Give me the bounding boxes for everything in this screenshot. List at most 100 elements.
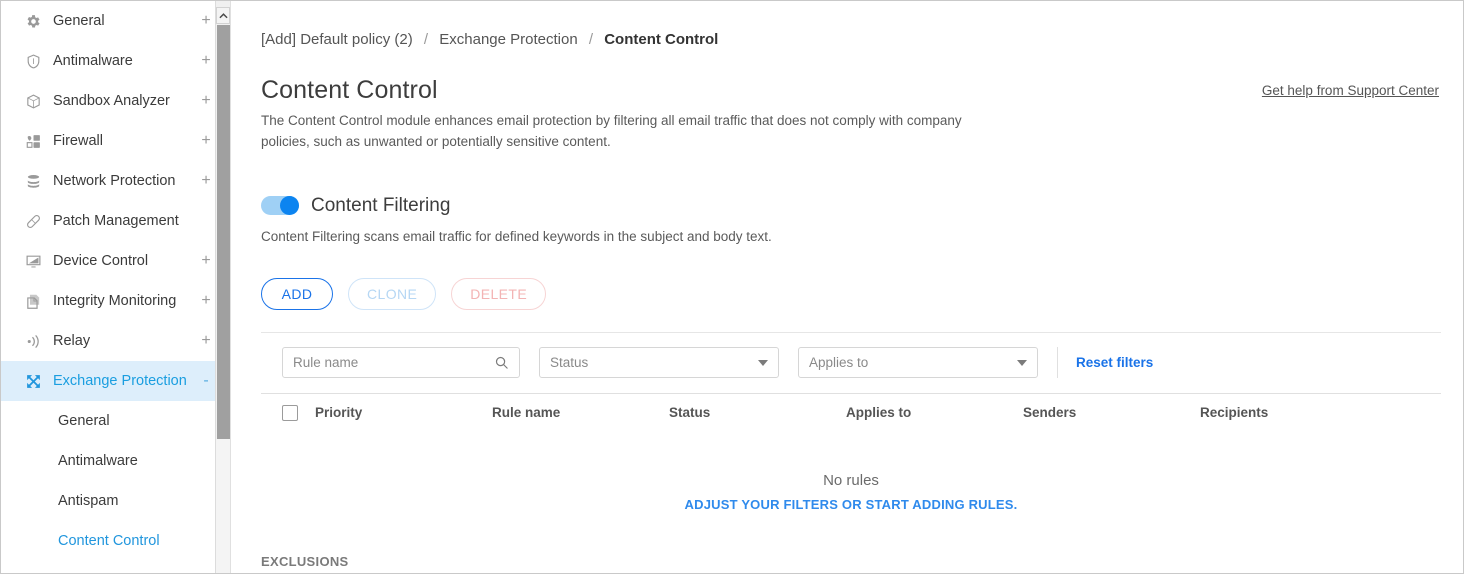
sidebar: General + Antimalware + Sandbox Analyzer… (1, 1, 231, 573)
bandage-icon (23, 211, 43, 231)
search-input[interactable]: Rule name (293, 355, 494, 370)
expand-toggle[interactable]: + (200, 133, 212, 149)
stack-icon (23, 171, 43, 191)
breadcrumb: [Add] Default policy (2) / Exchange Prot… (261, 31, 1441, 48)
sidebar-scrollbar[interactable] (215, 1, 230, 573)
column-header-senders[interactable]: Senders (1023, 405, 1200, 420)
sidebar-nav: General + Antimalware + Sandbox Analyzer… (1, 1, 230, 561)
table-header-row: Priority Rule name Status Applies to Sen… (261, 394, 1441, 432)
status-filter-value: Status (550, 355, 589, 371)
breadcrumb-item-exchange-protection[interactable]: Exchange Protection (439, 31, 577, 48)
sidebar-item-label: General (53, 13, 105, 29)
firewall-icon (23, 131, 43, 151)
scrollbar-lower-track[interactable] (216, 439, 230, 573)
sidebar-item-device-control[interactable]: Device Control + (1, 241, 230, 281)
sidebar-item-label: Integrity Monitoring (53, 293, 177, 309)
breadcrumb-item-policy[interactable]: [Add] Default policy (2) (261, 31, 413, 48)
sidebar-subitem-general[interactable]: General (1, 401, 230, 441)
filter-bar: Rule name Status Applies to Reset filter… (261, 333, 1441, 393)
broadcast-icon (23, 331, 43, 351)
breadcrumb-separator: / (423, 31, 429, 48)
breadcrumb-item-content-control: Content Control (604, 31, 719, 48)
expand-toggle[interactable]: + (200, 53, 212, 69)
content-filtering-label: Content Filtering (311, 194, 451, 216)
page-description: The Content Control module enhances emai… (261, 113, 962, 149)
expand-toggle[interactable]: + (200, 173, 212, 189)
empty-state-cta-link[interactable]: ADJUST YOUR FILTERS OR START ADDING RULE… (261, 497, 1441, 512)
status-filter-select[interactable]: Status (539, 347, 779, 379)
sidebar-subitem-antispam[interactable]: Antispam (1, 481, 230, 521)
shield-icon (23, 51, 43, 71)
sidebar-subitem-label: Antispam (58, 493, 119, 509)
scroll-up-button[interactable] (216, 7, 230, 24)
reset-filters-link[interactable]: Reset filters (1076, 355, 1153, 370)
copy-icon (23, 291, 43, 311)
sidebar-item-general[interactable]: General + (1, 1, 230, 41)
scrollbar-thumb[interactable] (217, 25, 230, 439)
page-header: Content Control The Content Control modu… (261, 76, 1441, 153)
main-content: [Add] Default policy (2) / Exchange Prot… (231, 1, 1463, 573)
toggle-knob (280, 196, 299, 216)
applies-to-filter-value: Applies to (809, 355, 869, 371)
sidebar-subitem-label: General (58, 413, 110, 429)
chevron-down-icon[interactable] (1017, 359, 1027, 366)
column-header-recipients[interactable]: Recipients (1200, 405, 1441, 420)
expand-toggle[interactable]: + (200, 253, 212, 269)
sidebar-item-label: Antimalware (53, 53, 133, 69)
search-icon[interactable] (494, 355, 509, 370)
monitor-icon (23, 251, 43, 271)
expand-toggle[interactable]: + (200, 93, 212, 109)
sidebar-item-exchange-protection[interactable]: Exchange Protection - (1, 361, 230, 401)
sidebar-item-label: Firewall (53, 133, 103, 149)
rules-table: Priority Rule name Status Applies to Sen… (261, 392, 1441, 512)
gear-icon (23, 11, 43, 31)
box-icon (23, 91, 43, 111)
sidebar-subitem-antimalware[interactable]: Antimalware (1, 441, 230, 481)
exclusions-section: EXCLUSIONS Define exclusions to bypass c… (261, 554, 1441, 573)
chevron-up-icon (218, 12, 228, 18)
sidebar-item-firewall[interactable]: Firewall + (1, 121, 230, 161)
chevron-down-icon[interactable] (758, 359, 768, 366)
sidebar-item-label: Relay (53, 333, 91, 349)
content-filtering-description: Content Filtering scans email traffic fo… (261, 228, 772, 244)
expand-toggle[interactable]: + (200, 13, 212, 29)
breadcrumb-separator: / (588, 31, 594, 48)
support-center-link[interactable]: Get help from Support Center (1262, 83, 1439, 98)
exchange-icon (23, 371, 43, 391)
sidebar-item-sandbox-analyzer[interactable]: Sandbox Analyzer + (1, 81, 230, 121)
exclusions-title: EXCLUSIONS (261, 553, 349, 569)
add-button[interactable]: ADD (261, 277, 333, 310)
column-header-status[interactable]: Status (669, 405, 846, 420)
sidebar-subitem-label: Antimalware (58, 453, 138, 469)
sidebar-item-antimalware[interactable]: Antimalware + (1, 41, 230, 81)
sidebar-subitem-content-control[interactable]: Content Control (1, 521, 230, 561)
rule-name-search[interactable]: Rule name (282, 347, 520, 379)
column-header-rule-name[interactable]: Rule name (492, 405, 669, 420)
sidebar-item-label: Exchange Protection (53, 373, 187, 389)
applies-to-filter-select[interactable]: Applies to (798, 347, 1038, 379)
sidebar-item-integrity-monitoring[interactable]: Integrity Monitoring + (1, 281, 230, 321)
table-empty-state: No rules ADJUST YOUR FILTERS OR START AD… (261, 432, 1441, 512)
sidebar-item-label: Device Control (53, 253, 149, 269)
app-window: General + Antimalware + Sandbox Analyzer… (0, 0, 1464, 574)
sidebar-item-relay[interactable]: Relay + (1, 321, 230, 361)
select-all-checkbox[interactable] (282, 404, 298, 421)
sidebar-item-label: Sandbox Analyzer (53, 93, 170, 109)
expand-toggle[interactable]: + (200, 293, 212, 309)
content-filtering-header: Content Filtering (261, 195, 1441, 217)
delete-button: DELETE (451, 277, 547, 310)
sidebar-item-label: Network Protection (53, 173, 176, 189)
clone-button: CLONE (348, 277, 437, 310)
expand-toggle[interactable]: + (200, 333, 212, 349)
empty-state-title: No rules (823, 471, 879, 489)
sidebar-subitem-label: Content Control (58, 533, 160, 549)
filter-divider (1057, 347, 1058, 379)
column-header-applies-to[interactable]: Applies to (846, 405, 1023, 420)
content-filtering-toggle[interactable] (261, 196, 299, 216)
collapse-toggle[interactable]: - (200, 373, 212, 389)
sidebar-item-patch-management[interactable]: Patch Management (1, 201, 230, 241)
sidebar-item-label: Patch Management (53, 213, 179, 229)
select-all-cell (282, 404, 315, 421)
sidebar-item-network-protection[interactable]: Network Protection + (1, 161, 230, 201)
column-header-priority[interactable]: Priority (315, 405, 492, 420)
